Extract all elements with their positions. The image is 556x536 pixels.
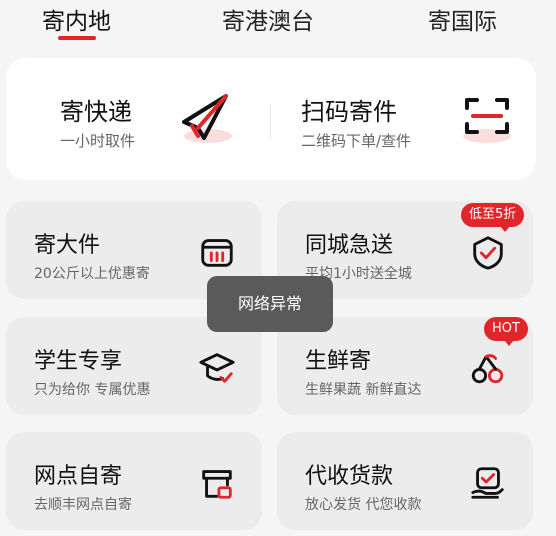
region-tabs: 寄内地 寄港澳台 寄国际	[0, 0, 556, 54]
service-card-title: 网点自寄	[34, 464, 123, 489]
send-express-button[interactable]: 寄快递 一小时取件	[6, 58, 270, 180]
store-icon	[202, 470, 232, 499]
active-tab-indicator	[58, 36, 96, 40]
tab-international[interactable]: 寄国际	[428, 2, 497, 36]
service-card-title: 同城急送	[305, 233, 394, 258]
service-card-subtitle: 只为给你 专属优惠	[34, 382, 151, 398]
hot-badge: HOT	[484, 317, 528, 346]
tab-mainland[interactable]: 寄内地	[42, 2, 111, 36]
scan-icon	[463, 98, 511, 143]
large-item-icon	[201, 239, 233, 267]
service-card-subtitle: 放心发货 代您收款	[305, 497, 422, 513]
graduation-cap-icon	[199, 353, 235, 383]
service-card-title: 代收货款	[305, 464, 394, 489]
shield-check-icon	[473, 236, 503, 270]
service-card-title: 学生专享	[34, 349, 123, 374]
paper-plane-icon	[182, 94, 232, 143]
service-card-title: 寄大件	[34, 233, 101, 258]
service-card-title: 生鲜寄	[305, 349, 372, 374]
scan-to-send-title: 扫码寄件	[301, 98, 397, 126]
service-card-subtitle: 去顺丰网点自寄	[34, 497, 132, 513]
service-card-subtitle: 生鲜果蔬 新鲜直达	[305, 382, 422, 398]
primary-services-panel: 寄快递 一小时取件 扫码寄件 二维码下单/查件	[6, 58, 536, 180]
service-card-cod[interactable]: 代收货款 放心发货 代您收款	[277, 432, 533, 530]
scan-to-send-subtitle: 二维码下单/查件	[301, 132, 412, 150]
send-express-title: 寄快递	[60, 98, 132, 126]
discount-badge: 低至5折	[461, 203, 525, 232]
service-card-subtitle: 20公斤以上优惠寄	[34, 266, 150, 282]
payment-icon	[471, 467, 504, 499]
service-card-outlet[interactable]: 网点自寄 去顺丰网点自寄	[6, 432, 262, 530]
scan-to-send-button[interactable]: 扫码寄件 二维码下单/查件	[271, 58, 536, 180]
send-express-subtitle: 一小时取件	[60, 132, 136, 150]
cherry-icon	[471, 354, 504, 384]
tab-hk-macao-taiwan[interactable]: 寄港澳台	[222, 2, 314, 36]
network-error-toast: 网络异常	[207, 276, 333, 332]
